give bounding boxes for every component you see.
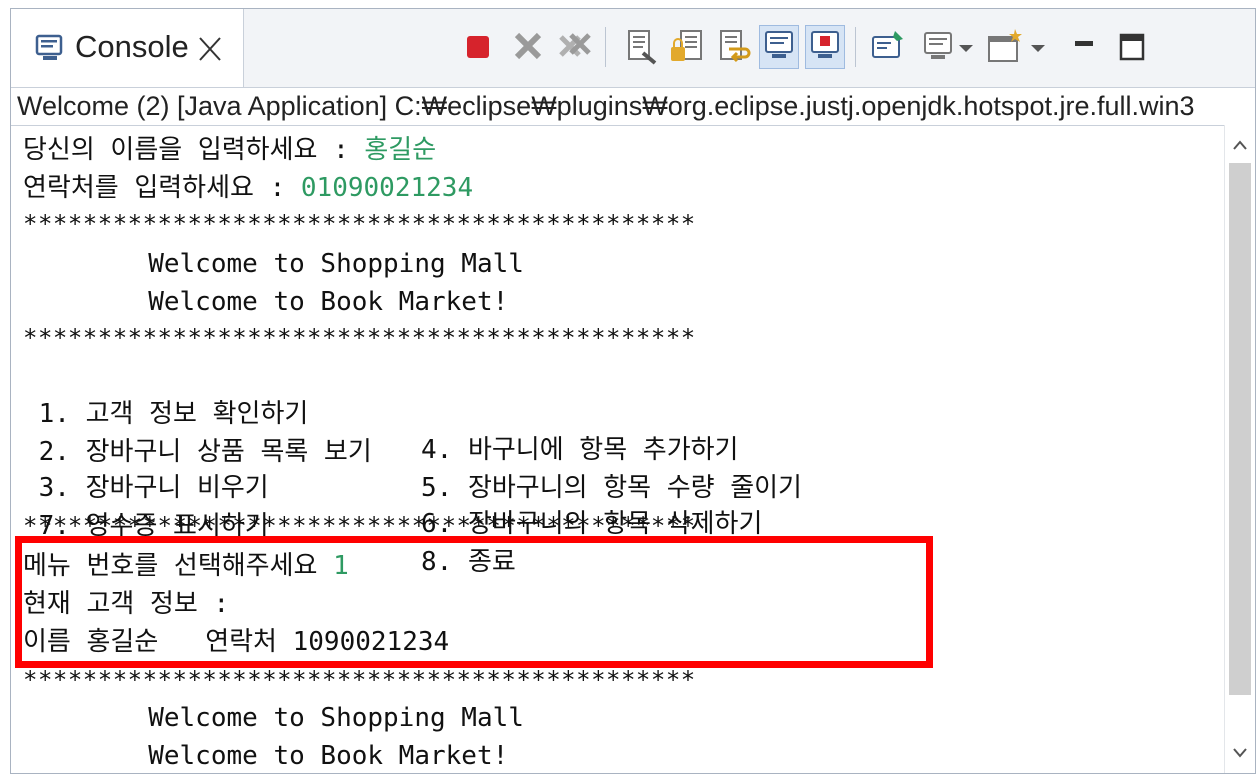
tab-label: Console [75,29,189,64]
remove-all-terminated-icon[interactable] [555,27,595,67]
console-view: Console Welcome (2) [Java Application] C… [10,8,1256,774]
display-console-icon[interactable] [919,27,959,67]
open-console-icon[interactable] [985,27,1025,67]
pin-console-icon[interactable] [869,27,909,67]
stars-divider: ****************************************… [23,324,696,352]
view-tab-bar: Console [11,9,1255,88]
console-icon [35,33,65,67]
name-input-value: 홍길순 [364,135,437,165]
menu-row: 1. 고객 정보 확인하기 4. 바구니에 항목 추가하기 [23,360,1023,465]
console-output[interactable]: 당신의 이름을 입력하세요 : 홍길순 연락처를 입력하세요 : 0109002… [11,125,1225,774]
menu-row: 3. 장바구니 비우기 6. 장바구니의 항목 삭제하기 [23,434,1023,539]
dropdown-arrow-icon[interactable] [1027,27,1049,67]
show-on-stderr-icon[interactable] [805,25,845,69]
menu-row: 2. 장바구니 상품 목록 보기 5. 장바구니의 항목 수량 줄이기 [23,398,1023,503]
menu-row: 7. 영수증 표시하기 8. 종료 [23,472,1023,577]
stars-divider: ****************************************… [23,210,696,238]
scrollbar-thumb[interactable] [1229,163,1251,695]
remove-launch-icon[interactable] [509,27,549,67]
welcome-shopping-mall: Welcome to Shopping Mall [23,703,524,733]
scroll-down-icon[interactable] [1232,745,1248,759]
contact-input-value: 01090021234 [300,173,474,203]
scroll-lock-icon[interactable] [667,27,707,67]
close-icon[interactable] [197,33,223,63]
vertical-scrollbar[interactable] [1224,125,1255,773]
highlight-box [15,536,933,668]
output-line-contact: 연락처를 입력하세요 : 01090021234 [23,170,473,206]
name-prompt: 당신의 이름을 입력하세요 : [23,135,365,165]
toolbar-separator [855,27,856,67]
clear-console-icon[interactable] [621,27,661,67]
output-line-name: 당신의 이름을 입력하세요 : 홍길순 [23,132,436,168]
terminate-icon[interactable] [459,27,499,67]
welcome-book-market: Welcome to Book Market! [23,741,509,771]
minimize-icon[interactable] [1067,27,1107,67]
welcome-book-market: Welcome to Book Market! [23,287,509,317]
word-wrap-icon[interactable] [713,27,753,67]
scroll-up-icon[interactable] [1232,137,1248,151]
dropdown-arrow-icon[interactable] [955,27,977,67]
welcome-shopping-mall: Welcome to Shopping Mall [23,249,524,279]
launch-description: Welcome (2) [Java Application] C:₩eclips… [17,91,1195,121]
show-on-stdout-icon[interactable] [759,25,799,69]
maximize-icon[interactable] [1113,27,1153,67]
tab-console[interactable]: Console [11,9,244,87]
contact-prompt: 연락처를 입력하세요 : [23,173,301,203]
toolbar-separator [605,27,606,67]
